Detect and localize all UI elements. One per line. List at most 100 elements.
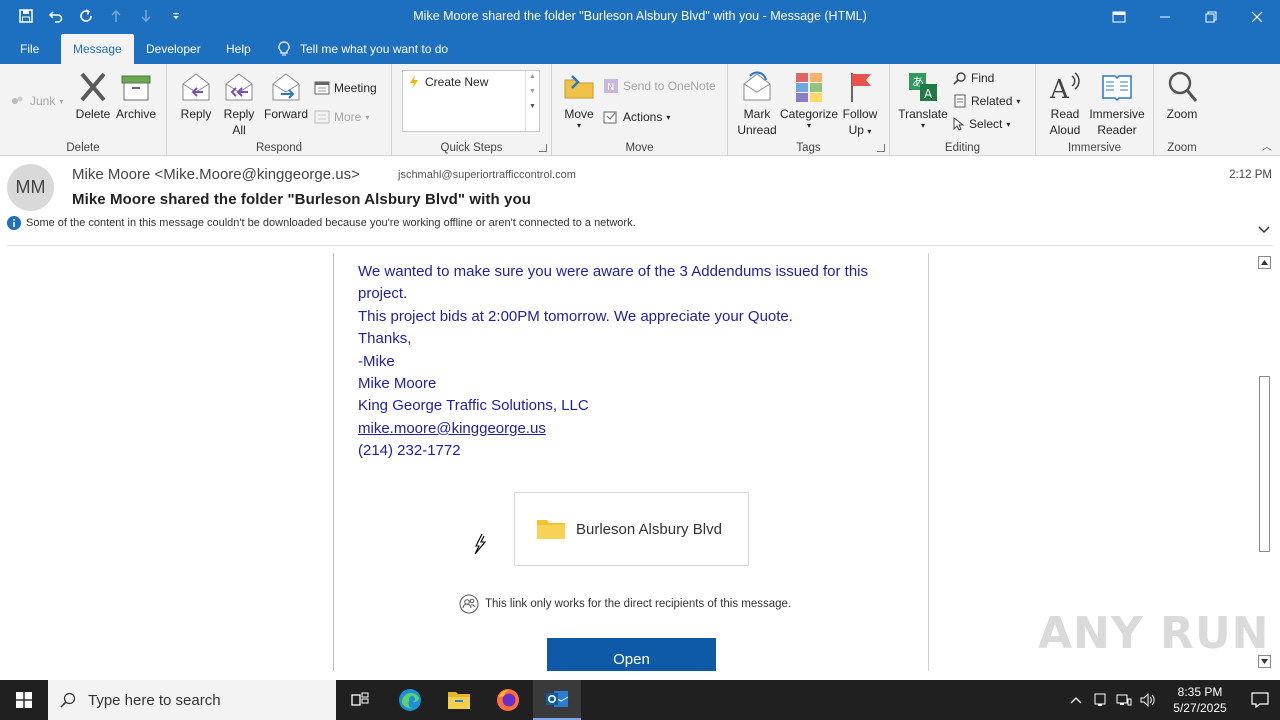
edge-browser-button[interactable] — [386, 680, 434, 720]
sender[interactable]: Mike Moore <Mike.Moore@kinggeorge.us> — [72, 166, 360, 183]
reply-button[interactable]: Reply — [177, 70, 215, 122]
search-icon — [60, 692, 76, 708]
body-line: Thanks, — [358, 330, 412, 348]
windows-taskbar: Type here to search 8:35 PM 5/27/2025 — [0, 680, 1280, 720]
ribbon-tabs: File Message Developer Help Tell me what… — [0, 34, 1280, 64]
restore-icon[interactable] — [1188, 0, 1234, 34]
anyrun-watermark: ANY RUN — [1038, 608, 1270, 659]
actions-label: Actions — [623, 110, 663, 124]
send-to-onenote-button[interactable]: N Send to OneNote — [603, 76, 716, 96]
archive-label: Archive — [115, 107, 156, 121]
quick-steps-gallery: Create New ▲ ▼ ▼ — [402, 70, 540, 132]
magnifier-icon — [1168, 71, 1198, 102]
read-aloud-button[interactable]: A Read Aloud — [1044, 70, 1086, 138]
shared-folder-card[interactable]: Burleson Alsbury Blvd — [514, 492, 749, 566]
edge-icon — [399, 689, 421, 711]
minimize-icon[interactable] — [1142, 0, 1188, 34]
tray-overflow-icon[interactable] — [1064, 680, 1088, 720]
categorize-label: Categorize — [780, 107, 839, 121]
device-icon[interactable] — [1088, 680, 1112, 720]
translate-icon: あA — [909, 73, 937, 101]
tab-developer[interactable]: Developer — [134, 34, 213, 64]
scroll-up-icon[interactable]: ▲ — [526, 73, 539, 80]
forward-button[interactable]: Forward — [263, 70, 309, 122]
scroll-up-icon[interactable] — [1258, 256, 1271, 269]
mark-unread-label-1: Mark — [743, 107, 771, 121]
follow-up-button[interactable]: Follow Up ▾ — [840, 70, 880, 140]
move-button[interactable]: Move ▾ — [560, 70, 598, 130]
create-new-quickstep[interactable]: Create New — [409, 75, 488, 89]
ribbon-display-options-icon[interactable] — [1096, 0, 1142, 34]
start-button[interactable] — [0, 680, 48, 720]
outlook-taskbar-button[interactable] — [533, 680, 581, 720]
dialog-launcher-icon[interactable] — [539, 144, 547, 152]
taskbar-search-box[interactable]: Type here to search — [48, 680, 336, 720]
translate-button[interactable]: あA Translate ▾ — [896, 70, 950, 130]
body-left-border — [333, 253, 334, 671]
info-bar[interactable]: Some of the content in this message coul… — [7, 216, 636, 230]
volume-icon[interactable] — [1136, 680, 1160, 720]
find-button[interactable]: Find — [953, 68, 994, 88]
related-button[interactable]: Related ▾ — [953, 91, 1020, 111]
actions-icon — [603, 111, 617, 124]
scrollbar-thumb[interactable] — [1259, 376, 1270, 552]
actions-button[interactable]: Actions ▾ — [603, 107, 670, 127]
collapse-ribbon-icon[interactable]: ︿ — [1262, 138, 1272, 153]
tab-file[interactable]: File — [8, 34, 51, 64]
categorize-button[interactable]: Categorize ▾ — [780, 70, 838, 130]
chevron-down-icon: ▾ — [920, 121, 925, 130]
signature-email-link[interactable]: mike.moore@kinggeorge.us — [358, 420, 546, 437]
flag-icon — [851, 73, 871, 102]
meeting-button[interactable]: Meeting — [314, 78, 377, 98]
signature-name: Mike Moore — [358, 375, 437, 393]
junk-button[interactable]: Junk ▾ — [10, 91, 63, 111]
immersive-reader-button[interactable]: Immersive Reader — [1088, 70, 1146, 138]
select-button[interactable]: Select ▾ — [953, 114, 1010, 134]
mark-unread-button[interactable]: Mark Unread — [736, 70, 778, 138]
read-aloud-label-2: Aloud — [1049, 123, 1081, 137]
meeting-label: Meeting — [334, 81, 377, 95]
delete-button[interactable]: Delete — [74, 70, 112, 122]
message-header: MM Mike Moore <Mike.Moore@kinggeorge.us>… — [0, 157, 1280, 247]
reply-all-button[interactable]: Reply All — [219, 70, 259, 138]
file-explorer-button[interactable] — [435, 680, 483, 720]
delete-group-label: Delete — [66, 142, 100, 154]
expand-header-icon[interactable] — [1258, 221, 1270, 239]
archive-button[interactable]: Archive — [115, 70, 157, 122]
tags-group: Mark Unread Categorize ▾ Follow Up ▾ Tag… — [728, 64, 890, 156]
body-line: -Mike — [358, 352, 395, 370]
open-button[interactable]: Open — [547, 638, 716, 671]
clock-time: 8:35 PM — [1177, 685, 1223, 699]
people-icon — [459, 594, 479, 614]
reply-all-label-2: All — [232, 123, 246, 137]
ribbon: Junk ▾ Delete Archive Delete Reply Reply — [0, 64, 1280, 156]
taskbar-clock[interactable]: 8:35 PM 5/27/2025 — [1160, 684, 1240, 716]
direct-recipients-note: This link only works for the direct reci… — [459, 594, 791, 614]
forward-icon — [272, 73, 300, 101]
more-respond-button[interactable]: More ▾ — [314, 107, 369, 127]
respond-group: Reply Reply All Forward Meeting More ▾ R… — [167, 64, 392, 156]
quick-steps-scrollbar[interactable]: ▲ ▼ ▼ — [525, 71, 539, 131]
notifications-icon[interactable] — [1240, 680, 1280, 720]
svg-text:A: A — [924, 87, 933, 101]
network-icon[interactable] — [1112, 680, 1136, 720]
junk-icon — [12, 96, 23, 104]
search-placeholder: Type here to search — [88, 691, 221, 709]
chevron-down-icon: ▾ — [1006, 119, 1011, 129]
zoom-button[interactable]: Zoom — [1162, 70, 1202, 122]
scroll-down-icon[interactable]: ▼ — [526, 88, 539, 95]
windows-logo-icon — [16, 692, 32, 708]
signature-company: King George Traffic Solutions, LLC — [358, 397, 589, 415]
task-view-button[interactable] — [336, 680, 384, 720]
svg-text:N: N — [607, 82, 614, 93]
firefox-button[interactable] — [484, 680, 532, 720]
immersive-reader-icon — [1102, 75, 1132, 102]
tab-message[interactable]: Message — [61, 34, 134, 64]
expand-gallery-icon[interactable]: ▼ — [526, 103, 539, 110]
recipient[interactable]: jschmahl@superiortrafficcontrol.com — [398, 169, 576, 181]
dialog-launcher-icon[interactable] — [877, 144, 885, 152]
close-icon[interactable] — [1234, 0, 1280, 34]
tell-me-search[interactable]: Tell me what you want to do — [278, 34, 448, 64]
avatar[interactable]: MM — [7, 164, 54, 211]
tab-help[interactable]: Help — [214, 34, 263, 64]
